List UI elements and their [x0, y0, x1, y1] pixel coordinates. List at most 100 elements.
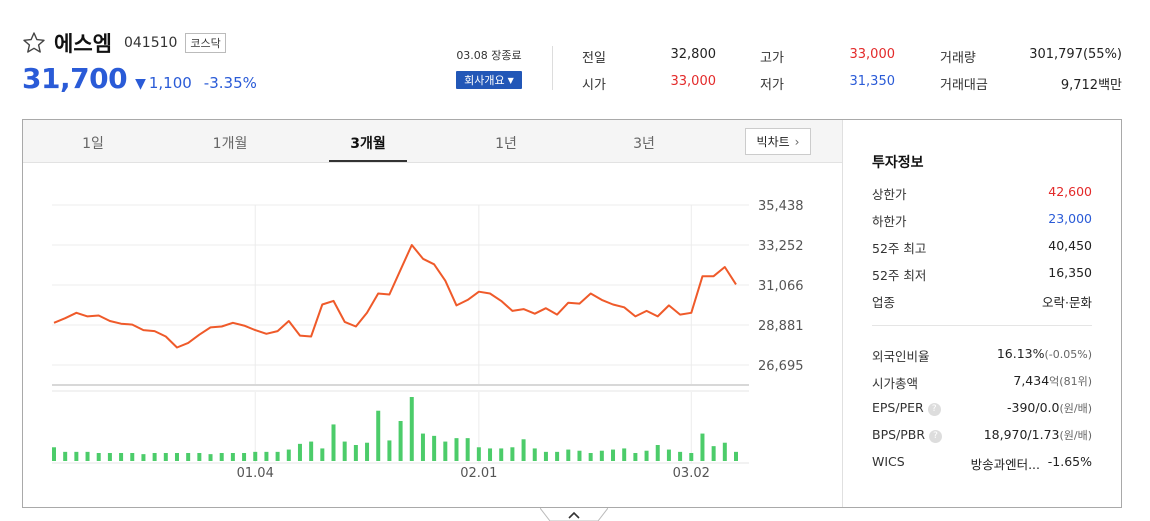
volume-bar	[342, 441, 347, 461]
volume-bar	[163, 453, 168, 461]
tab-3year[interactable]: 3년	[633, 133, 655, 153]
volume-bar	[52, 447, 56, 461]
volume-bar	[286, 449, 291, 461]
collapse-tab[interactable]	[540, 508, 608, 521]
invest-value: 40,450	[1048, 238, 1092, 253]
volume-bar	[186, 453, 191, 461]
volume-bar	[432, 435, 437, 461]
invest-label: 시가총액	[872, 376, 919, 391]
period-tabs: 1일 1개월 3개월 1년 3년 빅차트 ›	[23, 120, 842, 163]
volume-bar	[532, 448, 537, 461]
invest-value: 오락·문화	[1042, 295, 1092, 310]
invest-label: 업종	[872, 295, 896, 310]
volume-bar	[555, 451, 560, 461]
invest-info-divider	[872, 325, 1092, 326]
stock-code: 041510	[123, 35, 178, 51]
volume-bar	[119, 453, 124, 461]
price-change-rate: -3.35%	[203, 74, 257, 92]
big-chart-button[interactable]: 빅차트 ›	[745, 128, 811, 155]
volume-bar	[353, 445, 358, 461]
tab-1year[interactable]: 1년	[495, 133, 517, 153]
invest-label: 외국인비율	[872, 349, 930, 364]
volume-bar	[722, 442, 727, 461]
volume-bar	[219, 453, 224, 461]
invest-label: 하한가	[872, 214, 907, 229]
invest-label: WICS	[872, 454, 905, 469]
price-chart[interactable]: 35,438 33,252 31,066 28,881 26,695 01.04 02.0…	[23, 164, 841, 508]
y-tick-label: 26,695	[758, 359, 804, 374]
high-value: 33,000	[849, 47, 896, 62]
volume-bar	[309, 441, 314, 461]
price-change: 1,100	[148, 74, 192, 92]
volume-bar	[242, 453, 247, 461]
invest-label: 52주 최고	[872, 241, 927, 256]
invest-value-sub: (원/배)	[1059, 402, 1092, 415]
open-value: 33,000	[670, 74, 717, 89]
invest-value: 방송과엔터...	[970, 457, 1040, 472]
y-tick-label: 28,881	[758, 319, 804, 334]
chevron-right-icon: ›	[794, 134, 800, 149]
x-tick-label: 02.01	[460, 466, 497, 481]
volume-bar	[700, 433, 705, 461]
volume-bar	[208, 454, 213, 461]
volume-bar	[622, 448, 627, 461]
volume-bar	[63, 451, 68, 461]
low-label: 저가	[760, 78, 784, 93]
invest-value-sub: (-0.05%)	[1044, 348, 1093, 361]
tab-1day[interactable]: 1일	[82, 133, 104, 153]
volume-bar	[331, 424, 336, 461]
x-tick-label: 03.02	[673, 466, 710, 481]
volume-bar	[476, 447, 481, 461]
company-overview-label: 회사개요	[464, 74, 505, 87]
volume-bar	[644, 450, 649, 461]
invest-value: 7,434억(81위)	[1013, 373, 1092, 388]
invest-value-sub: (원/배)	[1059, 429, 1092, 442]
stock-name[interactable]: 에스엠	[54, 28, 112, 58]
invest-value: 16.13%(-0.05%)	[996, 346, 1093, 361]
invest-info-title: 투자정보	[872, 155, 924, 171]
amount-label: 거래대금	[940, 78, 988, 93]
y-tick-label: 31,066	[758, 279, 804, 294]
volume-bar	[454, 438, 459, 461]
volume-bar	[264, 451, 269, 461]
invest-value: -390/0.0(원/배)	[1007, 400, 1092, 415]
active-tab-indicator	[329, 160, 407, 162]
volume-bar	[566, 449, 571, 461]
volume-bar	[96, 453, 101, 461]
chart-panel: 1일 1개월 3개월 1년 3년 빅차트 › 35,438 33,252 31,06…	[22, 119, 1122, 508]
volume-bar	[443, 441, 448, 461]
invest-label: 상한가	[872, 187, 907, 202]
invest-label: BPS/PBR?	[872, 427, 943, 443]
tab-1month[interactable]: 1개월	[213, 133, 248, 153]
help-icon[interactable]: ?	[927, 403, 941, 416]
favorite-star-icon[interactable]	[22, 31, 46, 55]
divider	[552, 46, 553, 90]
company-overview-button[interactable]: 회사개요 ▼	[456, 71, 522, 89]
volume-bar	[488, 448, 493, 461]
invest-value: 18,970/1.73(원/배)	[983, 427, 1092, 442]
market-badge: 코스닥	[185, 33, 226, 53]
volume-label: 거래량	[940, 51, 976, 66]
big-chart-label: 빅차트	[756, 135, 790, 149]
volume-bar	[174, 453, 179, 461]
y-tick-label: 33,252	[758, 239, 804, 254]
volume-bar	[365, 442, 370, 461]
volume-bar	[678, 451, 683, 461]
volume-bar	[230, 453, 235, 461]
invest-value-sub: 억(81위)	[1049, 375, 1092, 388]
caret-down-icon: ▼	[507, 75, 514, 85]
volume-bar	[499, 448, 504, 461]
price-row: 31,700 ▼ 1,100 -3.35%	[22, 62, 257, 95]
current-price: 31,700	[22, 62, 128, 95]
volume-bar	[85, 451, 90, 461]
panel-divider	[842, 120, 843, 507]
high-label: 고가	[760, 51, 784, 66]
tab-3month[interactable]: 3개월	[350, 133, 386, 153]
volume-bar	[510, 447, 515, 461]
price-line	[53, 244, 737, 349]
volume-bar	[197, 453, 202, 461]
y-tick-label: 35,438	[758, 199, 804, 214]
volume-bar	[734, 451, 738, 461]
x-axis-ticks: 01.04 02.01 03.02	[237, 466, 710, 481]
volume-bar	[152, 453, 157, 461]
